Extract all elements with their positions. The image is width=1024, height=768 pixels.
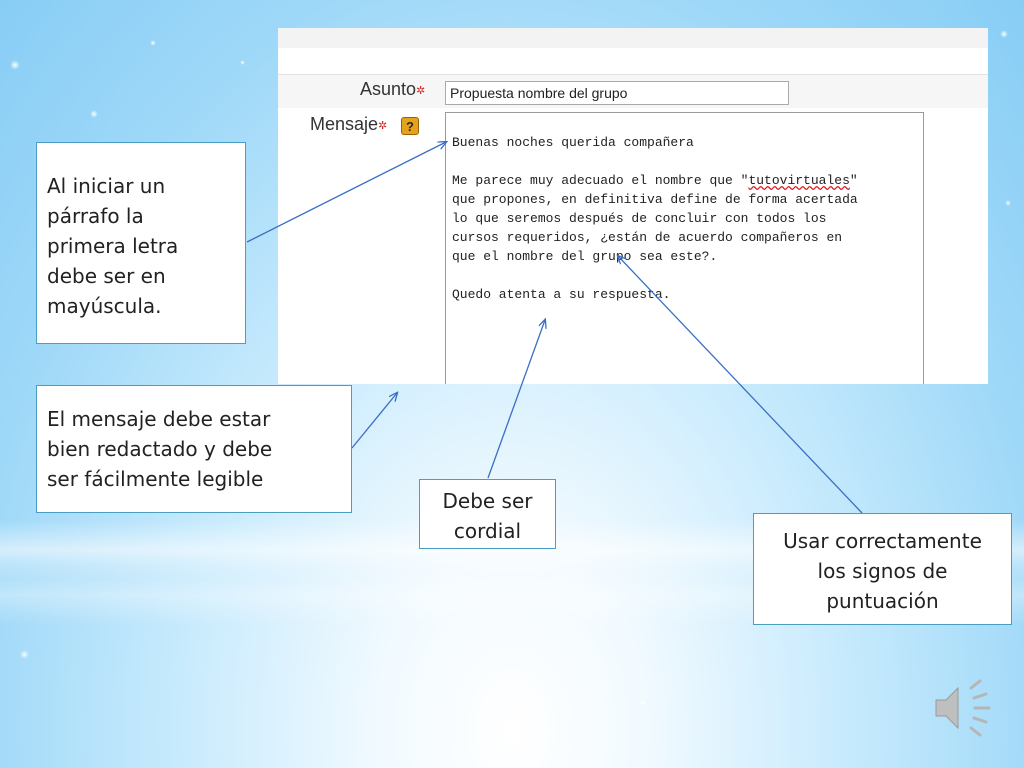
arrow-well-written — [351, 393, 397, 449]
annotation-arrows — [246, 0, 991, 737]
arrow-punctuation — [618, 256, 863, 514]
speaker-icon[interactable] — [935, 679, 991, 737]
arrow-cordial — [487, 320, 545, 479]
arrow-capital-letter — [246, 142, 446, 243]
